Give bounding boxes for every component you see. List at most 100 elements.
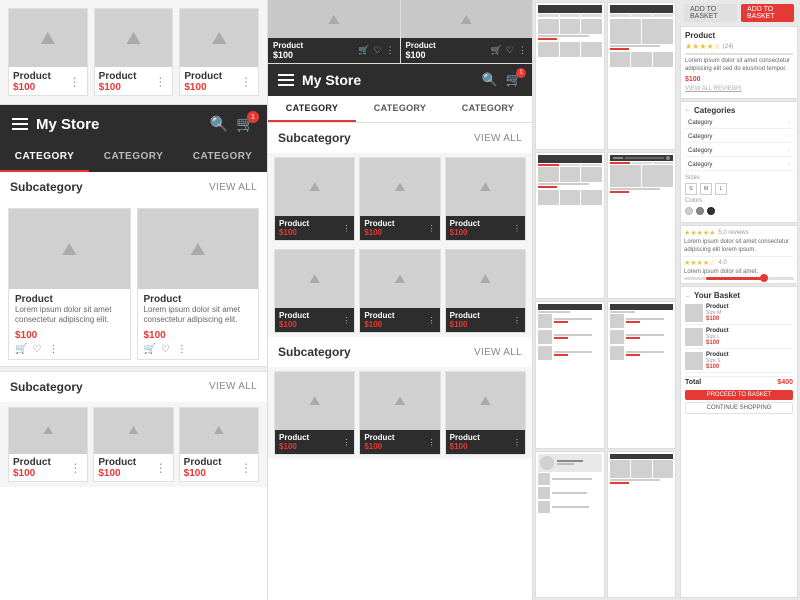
p2-category-tab-1[interactable]: CATEGORY [268, 96, 356, 122]
more-icon[interactable]: ⋮ [342, 438, 350, 447]
category-list-item[interactable]: Category › [685, 160, 793, 171]
hamburger-menu[interactable] [12, 118, 28, 130]
more-icon[interactable]: ⋮ [513, 438, 521, 447]
category-list-item[interactable]: Category › [685, 146, 793, 157]
top-product-row: ⛰ Product $100 ⋮ ⛰ Product $100 ⋮ [0, 0, 267, 105]
product-image-placeholder: ⛰ [9, 9, 87, 67]
more-icon[interactable]: ⋮ [342, 316, 350, 325]
category-tab-2[interactable]: CATEGORY [89, 143, 178, 172]
wishlist-icon[interactable]: ♡ [32, 344, 41, 355]
mountain-icon: ⛰ [395, 271, 406, 287]
more-icon[interactable]: ⋮ [513, 316, 521, 325]
review-text-2: Lorem ipsum dolor sit amet. [684, 269, 794, 275]
product-review-panel: Product ★★★★☆ (24) Lorem ipsum dolor sit… [680, 26, 798, 99]
more-icon[interactable]: ⋮ [513, 224, 521, 233]
basket-item-info: Product Size L $100 [706, 328, 793, 346]
cart-icon[interactable]: 🛒 1 [506, 72, 522, 88]
more-icon[interactable]: ⋮ [428, 224, 436, 233]
top-product-card-3: ⛰ Product $100 ⋮ [179, 8, 259, 96]
category-list-item[interactable]: Category › [685, 118, 793, 129]
more-icon[interactable]: ⋮ [386, 45, 395, 56]
p2-product-card-2: ⛰ Product $100 ⋮ [359, 157, 440, 241]
category-name: Category [688, 162, 712, 168]
basket-item-3: Product Size S $100 [685, 352, 793, 373]
rating-text-2: 4.0 [718, 260, 726, 266]
size-option[interactable]: L [715, 183, 727, 195]
dots-menu[interactable]: ⋮ [238, 461, 254, 475]
dots-menu[interactable]: ⋮ [153, 461, 169, 475]
category-list-item[interactable]: Category › [685, 132, 793, 143]
continue-shopping-btn[interactable]: CONTINUE SHOPPING [685, 402, 793, 414]
search-icon[interactable]: 🔍 [210, 115, 229, 133]
p2-subcategory-row-2: Subcategory VIEW ALL [268, 337, 532, 367]
size-option[interactable]: M [700, 183, 712, 195]
wireframe-thumb-2 [607, 2, 677, 150]
mountain-icon: ⛰ [190, 239, 205, 260]
p2-product-name: Product [406, 41, 436, 50]
hamburger-menu[interactable] [278, 74, 294, 86]
more-options-icon[interactable]: ⋮ [175, 344, 189, 355]
wf-row-3 [535, 301, 676, 449]
color-swatch-medium[interactable] [696, 207, 704, 215]
categories-title: Categories [694, 106, 735, 115]
basket-item-price: $100 [706, 364, 793, 370]
wishlist-icon[interactable]: ♡ [161, 344, 170, 355]
product-name: Product [99, 71, 137, 82]
add-to-basket-outline-btn[interactable]: ADD TO BASKET [684, 4, 737, 22]
back-icon[interactable]: ← [685, 107, 691, 113]
panel1-main: ⛰ Product $100 ⋮ ⛰ Product $100 ⋮ [0, 0, 268, 600]
more-icon[interactable]: ⋮ [428, 438, 436, 447]
product-image: ⛰ [9, 408, 87, 454]
mountain-icon: ⛰ [43, 423, 53, 438]
p2-category-tab-2[interactable]: CATEGORY [356, 96, 444, 122]
p2-product-info: Product $100 ⋮ [446, 430, 525, 454]
view-all-link[interactable]: VIEW ALL [209, 381, 257, 392]
category-tab-1[interactable]: CATEGORY [0, 143, 89, 172]
mountain-icon: ⛰ [309, 179, 320, 195]
more-icon[interactable]: ⋮ [342, 224, 350, 233]
cart-icon[interactable]: 🛒 [358, 45, 369, 56]
more-icon[interactable]: ⋮ [518, 45, 527, 56]
view-all-link[interactable]: VIEW ALL [474, 133, 522, 144]
view-all-reviews-link[interactable]: VIEW ALL REVIEWS [685, 86, 793, 92]
p2-top-card-1: ⛰ Product $100 🛒 ♡ ⋮ [268, 0, 401, 63]
p2-app-header: My Store 🔍 🛒 1 [268, 64, 532, 96]
product-name: Product [364, 219, 394, 228]
basket-item-image [685, 304, 703, 322]
second-rating-row: ★★★★☆ 4.0 [684, 259, 794, 267]
basket-total: $400 [777, 379, 793, 386]
cart-add-icon[interactable]: 🛒 [144, 344, 156, 355]
ratings-panel: ★★★★★ 5.0 reviews Lorem ipsum dolor sit … [680, 225, 798, 285]
dots-menu[interactable]: ⋮ [67, 461, 83, 475]
color-swatches [685, 207, 793, 215]
size-option[interactable]: S [685, 183, 697, 195]
p2-product-grid-3: ⛰ Product $100 ⋮ ⛰ Product $100 ⋮ [268, 367, 532, 459]
product-name: Product [13, 71, 51, 82]
dots-menu[interactable]: ⋮ [238, 75, 254, 89]
dots-menu[interactable]: ⋮ [67, 75, 83, 89]
dots-menu[interactable]: ⋮ [152, 75, 168, 89]
color-swatch-dark[interactable] [707, 207, 715, 215]
color-swatch-light[interactable] [685, 207, 693, 215]
review-count: (24) [723, 44, 734, 50]
view-all-link[interactable]: VIEW ALL [474, 347, 522, 358]
product-card-mini-1: ⛰ Product $100 ⋮ [8, 407, 88, 482]
cart-icon[interactable]: 🛒 1 [236, 115, 255, 133]
cart-add-icon[interactable]: 🛒 [15, 344, 27, 355]
add-to-basket-btn[interactable]: ADD TO BASKET [741, 4, 794, 22]
cart-icon[interactable]: 🛒 [491, 45, 502, 56]
more-options-icon[interactable]: ⋮ [46, 344, 60, 355]
more-icon[interactable]: ⋮ [428, 316, 436, 325]
category-tab-3[interactable]: CATEGORY [178, 143, 267, 172]
basket-item-price: $100 [706, 316, 793, 322]
view-all-link[interactable]: VIEW ALL [209, 182, 257, 193]
heart-icon[interactable]: ♡ [506, 45, 514, 56]
product-grid-large: ⛰ Product Lorem ipsum dolor sit amet con… [0, 202, 267, 366]
proceed-to-basket-btn[interactable]: PROCEED TO BASKET [685, 390, 793, 400]
back-basket-icon[interactable]: ← [685, 293, 691, 299]
p2-category-tabs: CATEGORY CATEGORY CATEGORY [268, 96, 532, 123]
heart-icon[interactable]: ♡ [373, 45, 381, 56]
categories-panel: ← Categories Category › Category › Categ… [680, 101, 798, 223]
search-icon[interactable]: 🔍 [482, 72, 498, 88]
p2-category-tab-3[interactable]: CATEGORY [444, 96, 532, 122]
